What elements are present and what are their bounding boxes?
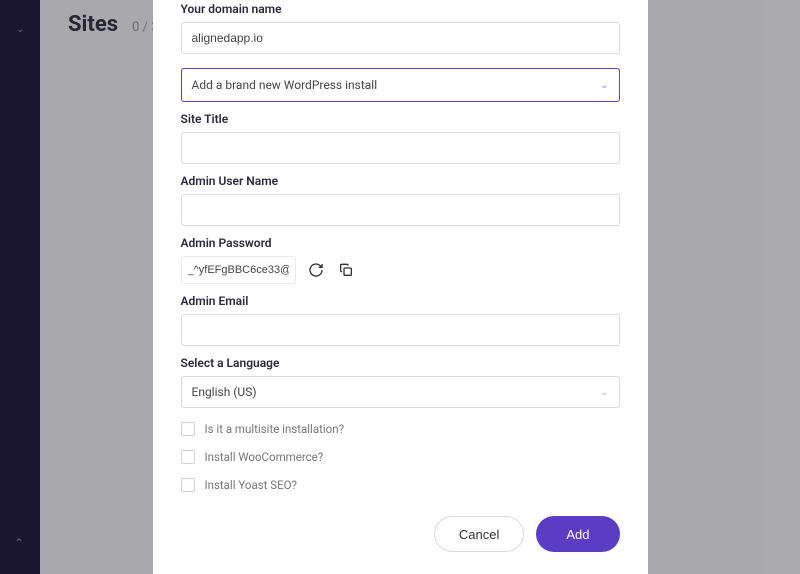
field-domain: Your domain name: [181, 2, 620, 54]
add-button[interactable]: Add: [536, 516, 619, 552]
checkbox-yoast-row: Install Yoast SEO?: [181, 478, 620, 492]
language-label: Select a Language: [181, 356, 620, 370]
field-admin-password: Admin Password: [181, 236, 620, 284]
chevron-down-icon: ⌄: [600, 80, 608, 91]
checkbox-multisite-row: Is it a multisite installation?: [181, 422, 620, 436]
chevron-down-icon: ⌄: [600, 387, 608, 398]
field-admin-email: Admin Email: [181, 294, 620, 346]
admin-user-label: Admin User Name: [181, 174, 620, 188]
modal-footer: Cancel Add: [181, 516, 620, 552]
multisite-label[interactable]: Is it a multisite installation?: [205, 422, 345, 436]
yoast-label[interactable]: Install Yoast SEO?: [205, 478, 298, 492]
admin-email-input[interactable]: [181, 314, 620, 346]
domain-label: Your domain name: [181, 2, 620, 16]
domain-input[interactable]: [181, 22, 620, 54]
field-site-title: Site Title: [181, 112, 620, 164]
install-type-select[interactable]: Add a brand new WordPress install ⌄: [181, 68, 620, 102]
install-type-value: Add a brand new WordPress install: [192, 78, 378, 92]
admin-user-input[interactable]: [181, 194, 620, 226]
site-title-input[interactable]: [181, 132, 620, 164]
woocommerce-label[interactable]: Install WooCommerce?: [205, 450, 324, 464]
field-language: Select a Language English (US) ⌄: [181, 356, 620, 408]
checkbox-woocommerce-row: Install WooCommerce?: [181, 450, 620, 464]
woocommerce-checkbox[interactable]: [181, 450, 195, 464]
admin-password-input[interactable]: [181, 256, 296, 284]
cancel-button[interactable]: Cancel: [434, 516, 524, 552]
add-site-modal: Your domain name Add a brand new WordPre…: [153, 0, 648, 574]
copy-icon[interactable]: [336, 260, 356, 280]
language-value: English (US): [192, 385, 257, 399]
multisite-checkbox[interactable]: [181, 422, 195, 436]
modal-overlay: Your domain name Add a brand new WordPre…: [0, 0, 800, 574]
language-select[interactable]: English (US) ⌄: [181, 376, 620, 408]
yoast-checkbox[interactable]: [181, 478, 195, 492]
admin-password-label: Admin Password: [181, 236, 620, 250]
admin-email-label: Admin Email: [181, 294, 620, 308]
field-admin-user: Admin User Name: [181, 174, 620, 226]
regenerate-icon[interactable]: [306, 260, 326, 280]
site-title-label: Site Title: [181, 112, 620, 126]
